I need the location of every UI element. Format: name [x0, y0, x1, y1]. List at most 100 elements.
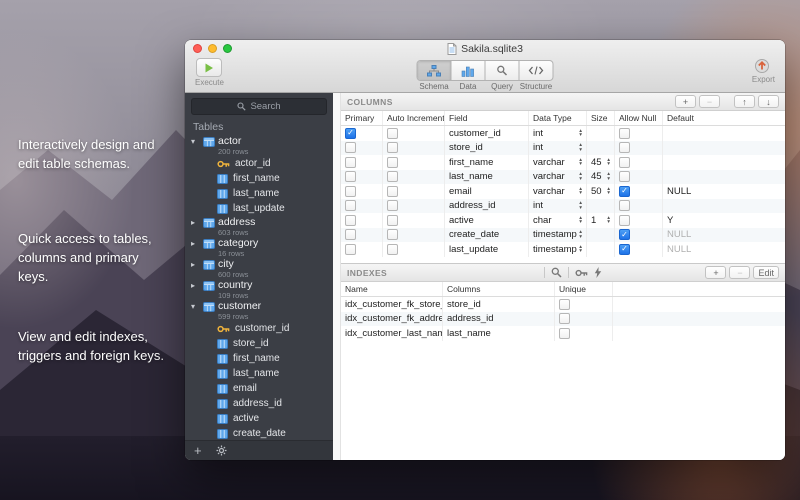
data-type-cell[interactable]: timestamp▴▾ — [529, 242, 587, 257]
default-cell[interactable] — [663, 141, 785, 156]
sidebar-scrollbar[interactable] — [333, 93, 341, 460]
execute-button[interactable]: Execute — [195, 58, 224, 87]
sidebar-column-email[interactable]: email — [185, 381, 333, 396]
data-type-cell[interactable]: int▴▾ — [529, 199, 587, 214]
default-cell[interactable] — [663, 199, 785, 214]
sidebar-table-actor[interactable]: ▾actor200 rows — [185, 135, 333, 156]
data-type-cell[interactable]: char▴▾ — [529, 213, 587, 228]
allow-null-checkbox[interactable] — [619, 171, 630, 182]
index-columns-cell[interactable]: store_id — [443, 297, 555, 312]
field-name-cell[interactable]: customer_id — [445, 126, 529, 141]
data-type-cell[interactable]: int▴▾ — [529, 126, 587, 141]
data-type-cell[interactable]: timestamp▴▾ — [529, 228, 587, 243]
allow-null-checkbox[interactable] — [619, 142, 630, 153]
default-cell[interactable]: Y — [663, 213, 785, 228]
column-row[interactable]: address_idint▴▾ — [341, 199, 785, 214]
field-name-cell[interactable]: email — [445, 184, 529, 199]
stepper[interactable]: ▴▾ — [607, 172, 610, 181]
zoom-button[interactable] — [223, 44, 232, 53]
add-index-button[interactable]: + — [705, 266, 726, 279]
sidebar-column-first_name[interactable]: first_name — [185, 171, 333, 186]
stepper[interactable]: ▴▾ — [579, 158, 582, 167]
size-cell[interactable] — [587, 141, 615, 156]
column-row[interactable]: customer_idint▴▾ — [341, 126, 785, 141]
primary-checkbox[interactable] — [345, 186, 356, 197]
primary-checkbox[interactable] — [345, 244, 356, 255]
allow-null-checkbox[interactable] — [619, 215, 630, 226]
allow-null-checkbox[interactable] — [619, 128, 630, 139]
auto-increment-checkbox[interactable] — [387, 229, 398, 240]
index-name-cell[interactable]: idx_customer_last_name — [341, 326, 443, 341]
search-indexes-icon[interactable] — [551, 267, 562, 278]
default-cell[interactable] — [663, 170, 785, 185]
titlebar[interactable]: Sakila.sqlite3 — [185, 40, 785, 57]
size-cell[interactable] — [587, 242, 615, 257]
tab-data[interactable] — [452, 61, 486, 80]
sidebar-table-country[interactable]: ▸country109 rows — [185, 279, 333, 300]
stepper[interactable]: ▴▾ — [579, 245, 582, 254]
primary-checkbox[interactable] — [345, 171, 356, 182]
data-type-cell[interactable]: int▴▾ — [529, 141, 587, 156]
edit-index-button[interactable]: Edit — [753, 266, 779, 279]
field-name-cell[interactable]: address_id — [445, 199, 529, 214]
index-row[interactable]: idx_customer_last_namelast_name — [341, 326, 785, 341]
sidebar-column-first_name[interactable]: first_name — [185, 351, 333, 366]
foreign-keys-icon[interactable] — [575, 268, 588, 278]
sidebar-column-last_update[interactable]: last_update — [185, 201, 333, 216]
column-row[interactable]: store_idint▴▾ — [341, 141, 785, 156]
column-row[interactable]: create_datetimestamp▴▾NULL — [341, 228, 785, 243]
allow-null-checkbox[interactable] — [619, 157, 630, 168]
data-type-cell[interactable]: varchar▴▾ — [529, 155, 587, 170]
sidebar-column-customer_id[interactable]: customer_id — [185, 321, 333, 336]
sidebar-column-store_id[interactable]: store_id — [185, 336, 333, 351]
chevron-right-icon[interactable]: ▸ — [191, 238, 200, 249]
primary-checkbox[interactable] — [345, 128, 356, 139]
allow-null-checkbox[interactable] — [619, 244, 630, 255]
index-name-cell[interactable]: idx_customer_fk_store_id — [341, 297, 443, 312]
primary-checkbox[interactable] — [345, 157, 356, 168]
column-row[interactable]: first_namevarchar▴▾45▴▾ — [341, 155, 785, 170]
minimize-button[interactable] — [208, 44, 217, 53]
chevron-right-icon[interactable]: ▸ — [191, 217, 200, 228]
auto-increment-checkbox[interactable] — [387, 171, 398, 182]
field-name-cell[interactable]: store_id — [445, 141, 529, 156]
stepper[interactable]: ▴▾ — [579, 201, 582, 210]
chevron-down-icon[interactable]: ▾ — [191, 301, 200, 312]
sidebar-column-actor_id[interactable]: actor_id — [185, 156, 333, 171]
tab-schema[interactable] — [418, 61, 452, 80]
column-row[interactable]: emailvarchar▴▾50▴▾NULL — [341, 184, 785, 199]
auto-increment-checkbox[interactable] — [387, 142, 398, 153]
primary-checkbox[interactable] — [345, 215, 356, 226]
primary-checkbox[interactable] — [345, 200, 356, 211]
size-cell[interactable]: 45▴▾ — [587, 170, 615, 185]
default-cell[interactable]: NULL — [663, 242, 785, 257]
allow-null-checkbox[interactable] — [619, 229, 630, 240]
sidebar-table-category[interactable]: ▸category16 rows — [185, 237, 333, 258]
stepper[interactable]: ▴▾ — [579, 129, 582, 138]
stepper[interactable]: ▴▾ — [579, 172, 582, 181]
stepper[interactable]: ▴▾ — [579, 230, 582, 239]
field-name-cell[interactable]: last_name — [445, 170, 529, 185]
field-name-cell[interactable]: active — [445, 213, 529, 228]
remove-index-button[interactable]: − — [729, 266, 750, 279]
sidebar-table-city[interactable]: ▸city600 rows — [185, 258, 333, 279]
sidebar-column-active[interactable]: active — [185, 411, 333, 426]
allow-null-checkbox[interactable] — [619, 186, 630, 197]
index-columns-cell[interactable]: last_name — [443, 326, 555, 341]
index-name-cell[interactable]: idx_customer_fk_addres... — [341, 312, 443, 327]
sidebar-table-address[interactable]: ▸address603 rows — [185, 216, 333, 237]
size-cell[interactable] — [587, 199, 615, 214]
export-button[interactable]: Export — [752, 58, 775, 84]
auto-increment-checkbox[interactable] — [387, 186, 398, 197]
stepper[interactable]: ▴▾ — [579, 187, 582, 196]
index-columns-cell[interactable]: address_id — [443, 312, 555, 327]
triggers-icon[interactable] — [594, 267, 602, 278]
tab-structure[interactable] — [520, 61, 553, 80]
primary-checkbox[interactable] — [345, 142, 356, 153]
close-button[interactable] — [193, 44, 202, 53]
auto-increment-checkbox[interactable] — [387, 244, 398, 255]
add-table-button[interactable]: + — [194, 444, 202, 457]
field-name-cell[interactable]: last_update — [445, 242, 529, 257]
unique-checkbox[interactable] — [559, 299, 570, 310]
chevron-right-icon[interactable]: ▸ — [191, 280, 200, 291]
